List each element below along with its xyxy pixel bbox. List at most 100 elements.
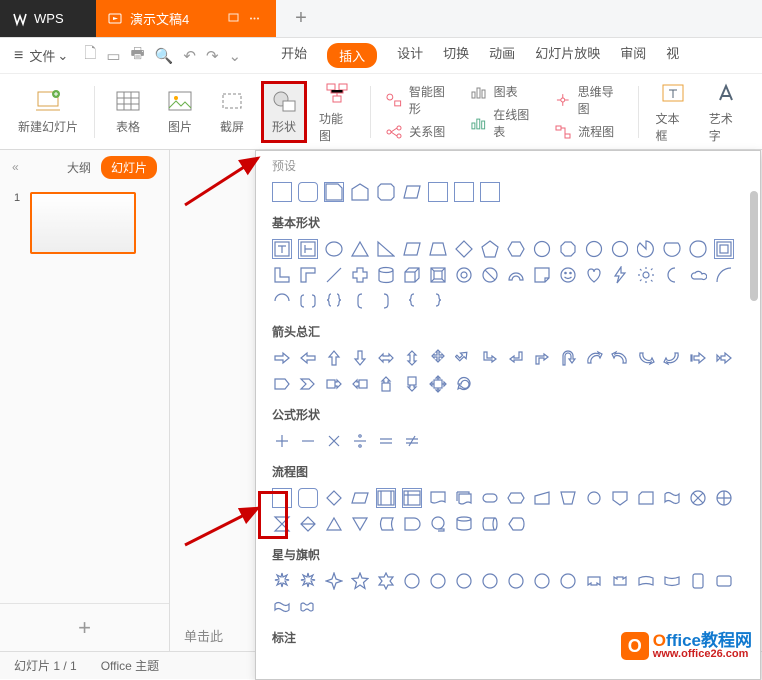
picture-button[interactable]: 图片 bbox=[157, 81, 203, 143]
flow-document[interactable] bbox=[428, 488, 448, 508]
shape-right-brace[interactable] bbox=[428, 291, 448, 311]
slides-tab[interactable]: 幻灯片 bbox=[101, 156, 157, 179]
flow-merge[interactable] bbox=[350, 514, 370, 534]
star-explosion2[interactable] bbox=[298, 571, 318, 591]
tab-animation[interactable]: 动画 bbox=[489, 43, 515, 68]
add-slide-button[interactable]: + bbox=[0, 603, 169, 651]
shape-bevel[interactable] bbox=[428, 265, 448, 285]
shape-hexagon[interactable] bbox=[506, 239, 526, 259]
flow-decision[interactable] bbox=[324, 488, 344, 508]
flow-data[interactable] bbox=[350, 488, 370, 508]
ribbon-down[interactable] bbox=[610, 571, 630, 591]
flow-delay[interactable] bbox=[402, 514, 422, 534]
flow-extract[interactable] bbox=[324, 514, 344, 534]
textbox-button[interactable]: 文本框 bbox=[649, 81, 696, 143]
notes-prompt[interactable]: 单击此 bbox=[184, 626, 223, 645]
star-16pt[interactable] bbox=[506, 571, 526, 591]
star-10pt[interactable] bbox=[454, 571, 474, 591]
shape-diagonal[interactable] bbox=[324, 265, 344, 285]
wave[interactable] bbox=[272, 597, 292, 617]
scrollbar-thumb[interactable] bbox=[750, 191, 758, 301]
online-chart-button[interactable]: 在线图表 bbox=[466, 104, 544, 142]
tab-slideshow[interactable]: 幻灯片放映 bbox=[535, 43, 600, 68]
shape-teardrop[interactable] bbox=[688, 239, 708, 259]
shape-dodecagon[interactable] bbox=[610, 239, 630, 259]
star-32pt[interactable] bbox=[558, 571, 578, 591]
shape-heptagon[interactable] bbox=[532, 239, 552, 259]
tab-menu-icon[interactable] bbox=[249, 13, 260, 24]
arrow-updown[interactable] bbox=[402, 348, 422, 368]
arrow-bent-3[interactable] bbox=[506, 348, 526, 368]
flowchart-button[interactable]: 流程图 bbox=[550, 121, 628, 142]
arrow-pentagon[interactable] bbox=[272, 374, 292, 394]
shape-pie[interactable] bbox=[636, 239, 656, 259]
arrow-callout-1[interactable] bbox=[324, 374, 344, 394]
shape-vertical-textbox[interactable] bbox=[298, 239, 318, 259]
shape-pentagon[interactable] bbox=[480, 239, 500, 259]
tab-view[interactable]: 视 bbox=[666, 43, 679, 68]
arrow-callout-4[interactable] bbox=[402, 374, 422, 394]
ribbon-curved-up[interactable] bbox=[636, 571, 656, 591]
shape-chord[interactable] bbox=[662, 239, 682, 259]
arrow-right[interactable] bbox=[272, 348, 292, 368]
shape-decagon[interactable] bbox=[584, 239, 604, 259]
new-tab-button[interactable]: + bbox=[276, 0, 326, 37]
shape-rounded-rect[interactable] bbox=[298, 182, 318, 202]
shape-textbox[interactable] bbox=[272, 239, 292, 259]
mindmap-button[interactable]: 思维导图 bbox=[550, 81, 628, 119]
arrow-curved-1[interactable] bbox=[584, 348, 604, 368]
arrow-chevron[interactable] bbox=[298, 374, 318, 394]
shape-lightning[interactable] bbox=[610, 265, 630, 285]
arrow-bent-2[interactable] bbox=[480, 348, 500, 368]
flow-disk[interactable] bbox=[454, 514, 474, 534]
shape-moon[interactable] bbox=[662, 265, 682, 285]
star-6pt[interactable] bbox=[376, 571, 396, 591]
collapse-panel-icon[interactable]: « bbox=[12, 160, 19, 174]
flow-or[interactable] bbox=[714, 488, 734, 508]
shape-triangle[interactable] bbox=[350, 239, 370, 259]
formula-divide[interactable] bbox=[350, 431, 370, 451]
shape-rect[interactable] bbox=[272, 182, 292, 202]
tab-start[interactable]: 开始 bbox=[281, 43, 307, 68]
save-icon[interactable]: 🗋 bbox=[84, 43, 96, 68]
shape-pentagon-top[interactable] bbox=[350, 182, 370, 202]
arrow-down[interactable] bbox=[350, 348, 370, 368]
table-button[interactable]: 表格 bbox=[105, 81, 151, 143]
smartart-button[interactable]: 智能图形 bbox=[381, 81, 459, 119]
shape-corner[interactable] bbox=[298, 265, 318, 285]
arrow-callout-3[interactable] bbox=[376, 374, 396, 394]
flow-terminator[interactable] bbox=[480, 488, 500, 508]
flow-process[interactable] bbox=[272, 488, 292, 508]
formula-multiply[interactable] bbox=[324, 431, 344, 451]
arrow-curved-2[interactable] bbox=[610, 348, 630, 368]
arrow-striped[interactable] bbox=[688, 348, 708, 368]
new-slide-button[interactable]: 新建幻灯片 bbox=[12, 81, 84, 143]
star-8pt[interactable] bbox=[428, 571, 448, 591]
arrow-callout-2[interactable] bbox=[350, 374, 370, 394]
formula-equal[interactable] bbox=[376, 431, 396, 451]
shape-arc2[interactable] bbox=[272, 291, 292, 311]
diagram-button[interactable]: 功能图 bbox=[313, 81, 360, 143]
shape-cloud[interactable] bbox=[688, 265, 708, 285]
star-7pt[interactable] bbox=[402, 571, 422, 591]
screenshot-button[interactable]: 截屏 bbox=[209, 81, 255, 143]
flow-connector[interactable] bbox=[584, 488, 604, 508]
scroll-horiz[interactable] bbox=[714, 571, 734, 591]
arrow-leftright[interactable] bbox=[376, 348, 396, 368]
flow-stored-data[interactable] bbox=[376, 514, 396, 534]
flow-preparation[interactable] bbox=[506, 488, 526, 508]
arrow-callout-quad[interactable] bbox=[428, 374, 448, 394]
flow-card[interactable] bbox=[636, 488, 656, 508]
wordart-button[interactable]: 艺术字 bbox=[703, 81, 750, 143]
star-12pt[interactable] bbox=[480, 571, 500, 591]
flow-display[interactable] bbox=[506, 514, 526, 534]
shape-heart[interactable] bbox=[584, 265, 604, 285]
flow-alt-process[interactable] bbox=[298, 488, 318, 508]
print-icon[interactable]: 🖶 bbox=[131, 43, 145, 68]
ribbon-up[interactable] bbox=[584, 571, 604, 591]
shape-rect4[interactable] bbox=[480, 182, 500, 202]
flow-offpage[interactable] bbox=[610, 488, 630, 508]
arrow-bent-1[interactable] bbox=[454, 348, 474, 368]
formula-plus[interactable] bbox=[272, 431, 292, 451]
shape-rect3[interactable] bbox=[454, 182, 474, 202]
